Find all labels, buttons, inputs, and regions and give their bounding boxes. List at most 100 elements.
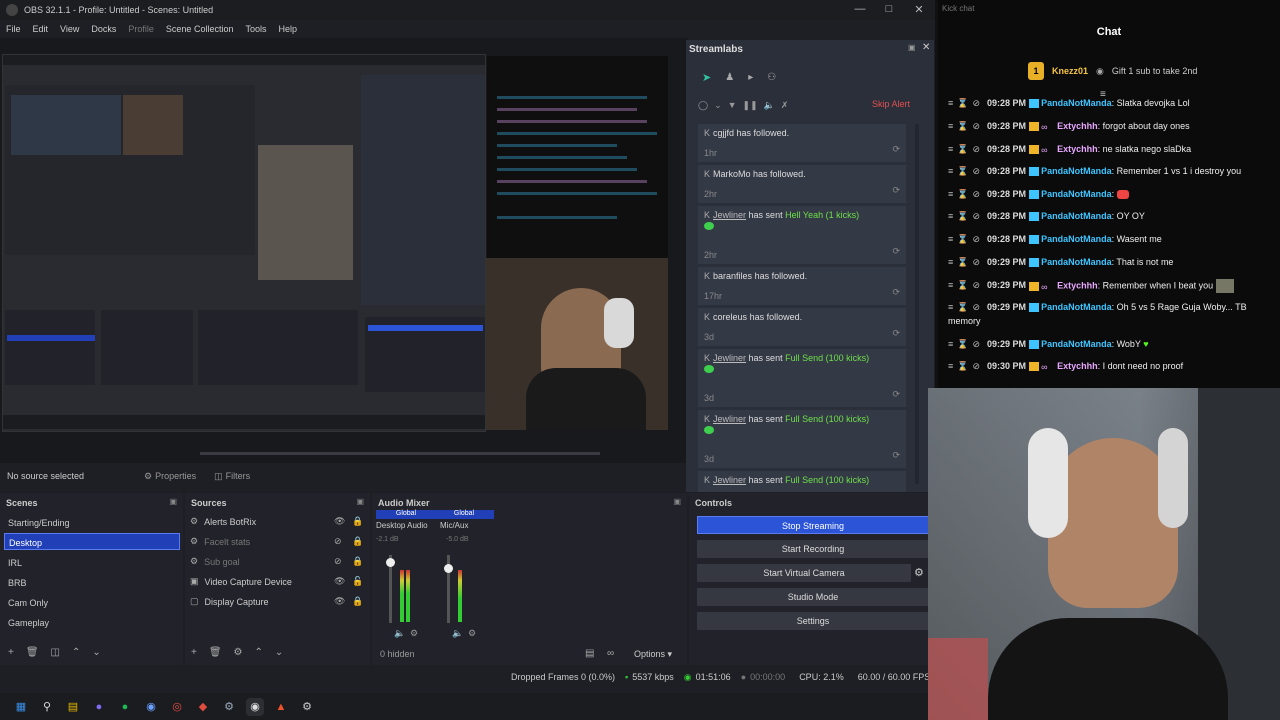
pin-icon[interactable]: ≡	[948, 257, 953, 267]
ban-icon[interactable]: ⊘	[972, 211, 980, 221]
filters-button[interactable]: ◫ Filters	[214, 471, 250, 482]
down-icon[interactable]: ⌄	[92, 647, 100, 658]
speaker-icon[interactable]: 🔈	[452, 628, 463, 639]
menu-tools[interactable]: Tools	[245, 24, 266, 34]
pin-icon[interactable]: ≡	[948, 361, 953, 371]
minimize-icon[interactable]: —	[850, 3, 870, 15]
filter-icon[interactable]: ◫	[51, 647, 60, 658]
menu-file[interactable]: File	[6, 24, 21, 34]
lock-icon[interactable]: 🔒	[352, 556, 363, 567]
obs-taskbar-icon[interactable]: ◉	[246, 697, 264, 716]
scene-brb[interactable]: BRB	[4, 574, 180, 591]
file-explorer-icon[interactable]: ▤	[64, 698, 82, 716]
dock-popout-icon[interactable]: ▣	[169, 497, 177, 506]
ban-icon[interactable]: ⊘	[972, 234, 980, 244]
lock-icon[interactable]: 🔒	[352, 536, 363, 547]
replay-icon[interactable]: ⟳	[892, 246, 900, 257]
timeout-icon[interactable]: ⌛	[957, 339, 968, 349]
shield-icon[interactable]: ◯	[698, 100, 708, 111]
pin-icon[interactable]: ≡	[948, 280, 953, 290]
filter-icon[interactable]: ▼	[728, 100, 737, 110]
discord-icon[interactable]: ●	[90, 698, 108, 716]
eye-icon[interactable]: 👁	[334, 516, 345, 527]
stop-streaming-button[interactable]: Stop Streaming	[697, 516, 929, 534]
gamepad-icon[interactable]: ⚇	[767, 72, 776, 83]
dock-popout-icon[interactable]: ▣	[356, 497, 364, 506]
virtual-camera-gear-icon[interactable]: ⚙	[914, 566, 924, 579]
source-alerts-botrix[interactable]: ⚙ Alerts BotRix 👁 🔒	[190, 513, 366, 530]
app-icon[interactable]: ◉	[142, 698, 160, 716]
link-icon[interactable]: ∞	[607, 648, 614, 659]
volume-slider-handle[interactable]	[444, 564, 453, 573]
start-virtual-camera-button[interactable]: Start Virtual Camera	[697, 564, 911, 582]
ban-icon[interactable]: ⊘	[972, 339, 980, 349]
ban-icon[interactable]: ⊘	[972, 361, 980, 371]
source-facelt-stats[interactable]: ⚙ Facelt stats ⊘ 🔒	[190, 533, 366, 550]
lock-open-icon[interactable]: 🔓	[352, 576, 363, 587]
volume-slider-handle[interactable]	[386, 558, 395, 567]
add-icon[interactable]: +	[8, 647, 14, 658]
replay-icon[interactable]: ⟳	[892, 328, 900, 339]
timeout-icon[interactable]: ⌛	[957, 98, 968, 108]
pause-icon[interactable]: ❚❚	[743, 100, 758, 111]
scene-desktop[interactable]: Desktop	[4, 533, 180, 550]
dock-popout-icon[interactable]: ▣	[908, 43, 916, 52]
megaphone-icon[interactable]: ▸	[748, 72, 753, 83]
chevron-down-icon[interactable]: ⌄	[714, 100, 722, 111]
pin-icon[interactable]: ≡	[948, 234, 953, 244]
pin-icon[interactable]: ≡	[948, 121, 953, 131]
settings-app-icon[interactable]: ⚙	[298, 698, 316, 716]
properties-button[interactable]: ⚙ Properties	[144, 471, 196, 482]
pin-icon[interactable]: ≡	[948, 98, 953, 108]
ban-icon[interactable]: ⊘	[972, 98, 980, 108]
menu-profile[interactable]: Profile	[128, 24, 154, 34]
scene-irl[interactable]: IRL	[4, 554, 180, 571]
source-display-capture[interactable]: ▢ Display Capture 👁 🔒	[190, 593, 366, 610]
replay-icon[interactable]: ⟳	[892, 287, 900, 298]
scene-cam-only[interactable]: Cam Only	[4, 594, 180, 611]
dock-popout-icon[interactable]: ▣	[673, 497, 681, 506]
ban-icon[interactable]: ⊘	[972, 302, 980, 312]
windows-start-icon[interactable]: ▦	[12, 698, 30, 716]
scene-starting-ending[interactable]: Starting/Ending	[4, 514, 180, 531]
ban-icon[interactable]: ⊘	[972, 257, 980, 267]
timeout-icon[interactable]: ⌛	[957, 302, 968, 312]
timeout-icon[interactable]: ⌛	[957, 280, 968, 290]
timeout-icon[interactable]: ⌛	[957, 121, 968, 131]
start-recording-button[interactable]: Start Recording	[697, 540, 929, 558]
mixer-layout-icon[interactable]: ▤	[585, 648, 594, 659]
up-icon[interactable]: ⌃	[255, 647, 263, 658]
search-icon[interactable]: ⚲	[38, 698, 56, 716]
scene-gameplay[interactable]: Gameplay	[4, 614, 180, 631]
trash-icon[interactable]: 🗑	[209, 647, 222, 658]
close-icon[interactable]: ✕	[922, 42, 930, 53]
source-video-capture-device[interactable]: ▣ Video Capture Device 👁 🔓	[190, 573, 366, 590]
preview-scrollbar[interactable]	[0, 448, 688, 460]
shield-app-icon[interactable]: ◆	[194, 698, 212, 716]
ban-icon[interactable]: ⊘	[972, 144, 980, 154]
steam-icon[interactable]: ⚙	[220, 698, 238, 716]
maximize-icon[interactable]: □	[879, 3, 899, 15]
pin-icon[interactable]: ≡	[948, 189, 953, 199]
settings-button[interactable]: Settings	[697, 612, 929, 630]
replay-icon[interactable]: ⟳	[892, 450, 900, 461]
spotify-icon[interactable]: ●	[116, 698, 134, 716]
timeout-icon[interactable]: ⌛	[957, 189, 968, 199]
skip-alert-button[interactable]: Skip Alert	[872, 99, 910, 109]
menu-docks[interactable]: Docks	[91, 24, 116, 34]
close-icon[interactable]: ✕	[909, 3, 929, 16]
pin-icon[interactable]: ≡	[948, 144, 953, 154]
menu-view[interactable]: View	[60, 24, 79, 34]
ban-icon[interactable]: ⊘	[972, 166, 980, 176]
menu-scene-collection[interactable]: Scene Collection	[166, 24, 234, 34]
add-icon[interactable]: +	[191, 647, 197, 658]
studio-mode-button[interactable]: Studio Mode	[697, 588, 929, 606]
eye-hidden-icon[interactable]: ⊘	[334, 556, 342, 567]
timeout-icon[interactable]: ⌛	[957, 211, 968, 221]
users-icon[interactable]: ♟	[725, 72, 734, 83]
replay-icon[interactable]: ⟳	[892, 144, 900, 155]
mixer-options-button[interactable]: Options ▾	[634, 649, 672, 660]
timeout-icon[interactable]: ⌛	[957, 234, 968, 244]
timeout-icon[interactable]: ⌛	[957, 257, 968, 267]
mute-icon[interactable]: ✗	[781, 100, 789, 111]
